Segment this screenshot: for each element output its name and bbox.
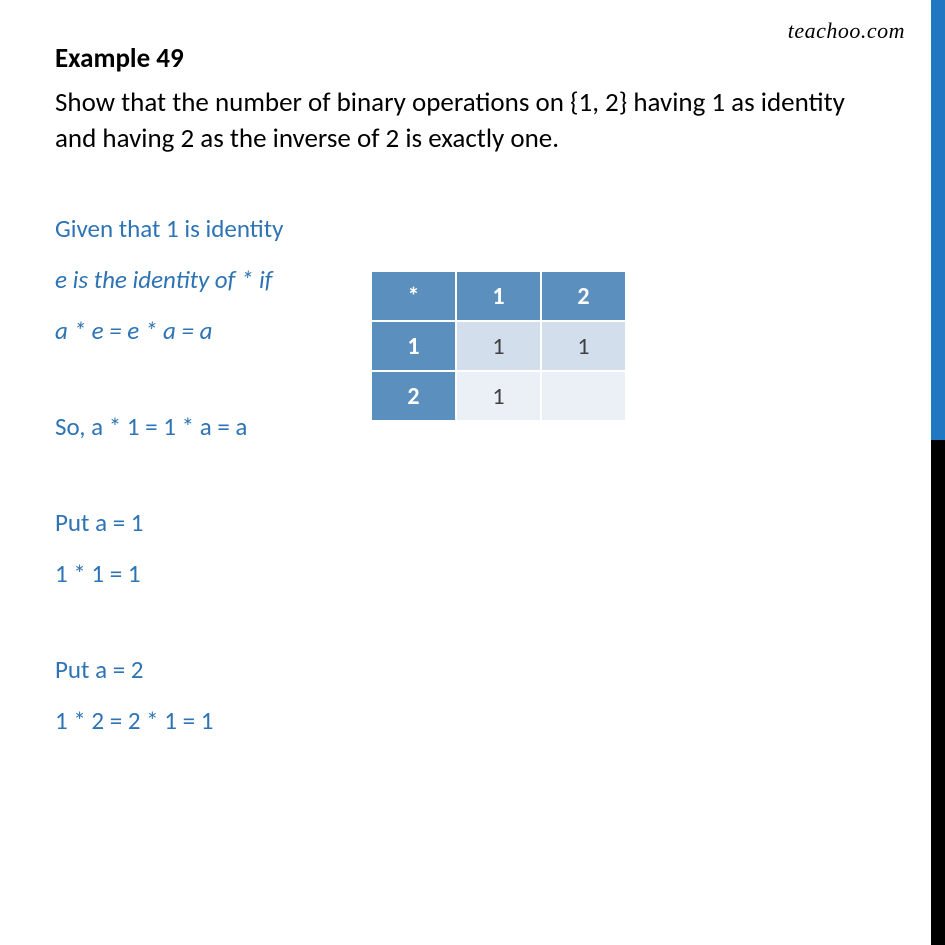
table-cell-empty [541, 371, 626, 421]
operation-table: * 1 2 1 1 1 2 1 [370, 270, 627, 422]
accent-stripe-top [931, 0, 945, 440]
table-cell: 1 [456, 321, 541, 371]
put-a-2: Put a = 2 [55, 654, 895, 685]
table-cell: 1 [541, 321, 626, 371]
result-2: 1 * 2 = 2 * 1 = 1 [55, 705, 895, 736]
accent-stripe-bottom [931, 440, 945, 945]
table-header-2: 2 [541, 271, 626, 321]
table-rowhead-1: 1 [371, 321, 456, 371]
table-header-1: 1 [456, 271, 541, 321]
table-row: 2 1 [371, 371, 626, 421]
result-1: 1 * 1 = 1 [55, 558, 895, 589]
table-header-op: * [371, 271, 456, 321]
problem-statement: Show that the number of binary operation… [55, 85, 865, 158]
table-rowhead-2: 2 [371, 371, 456, 421]
put-a-1: Put a = 1 [55, 507, 895, 538]
table-row: 1 1 1 [371, 321, 626, 371]
example-title: Example 49 [55, 42, 895, 75]
title-text: Example 49 [55, 42, 184, 75]
table-cell: 1 [456, 371, 541, 421]
given-line: Given that 1 is identity [55, 213, 895, 244]
watermark: teachoo.com [788, 18, 905, 44]
table-row: * 1 2 [371, 271, 626, 321]
